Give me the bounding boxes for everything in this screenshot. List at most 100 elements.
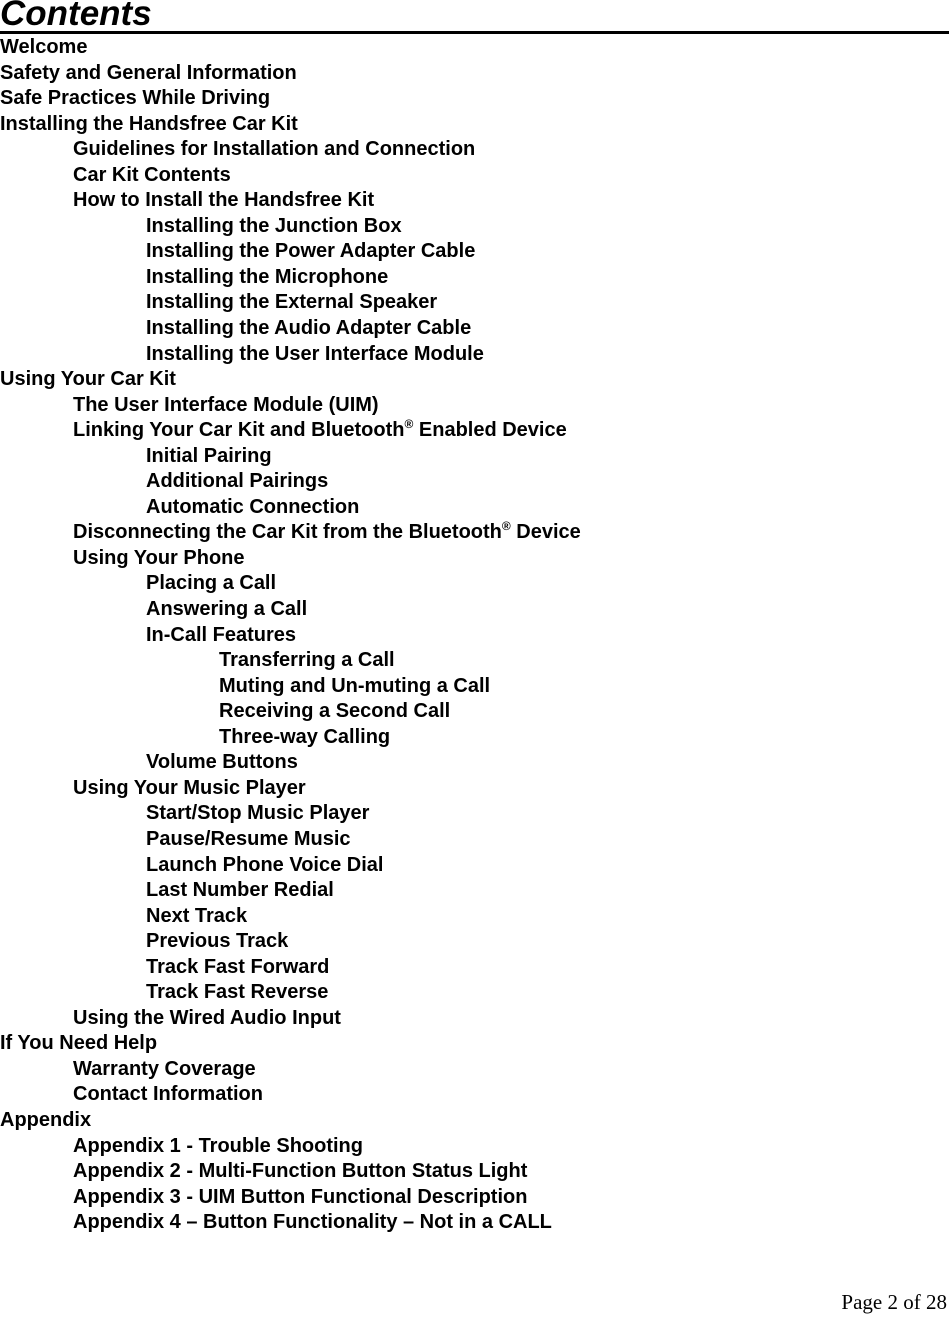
toc-entry[interactable]: Linking Your Car Kit and Bluetooth® Enab… (0, 418, 581, 444)
toc-entry[interactable]: Appendix (0, 1108, 581, 1134)
toc-entry-text: Track Fast Reverse (146, 981, 329, 1004)
toc-entry-text: Installing the Handsfree Car Kit (0, 112, 298, 135)
toc-entry[interactable]: Track Fast Forward (0, 955, 581, 981)
toc-entry[interactable]: Using Your Phone (0, 546, 581, 572)
toc-entry-text-suffix: Device (510, 521, 581, 544)
toc-entry-text: Appendix 1 - Trouble Shooting (73, 1134, 363, 1157)
toc-entry-text: Installing the Audio Adapter Cable (146, 317, 472, 340)
toc-entry[interactable]: Pause/Resume Music (0, 827, 581, 853)
toc-entry-text: Placing a Call (146, 572, 277, 595)
toc-entry[interactable]: Using the Wired Audio Input (0, 1006, 581, 1032)
toc-entry[interactable]: If You Need Help (0, 1031, 581, 1057)
toc-entry[interactable]: Three-way Calling (0, 725, 581, 751)
toc-entry-text: Installing the User Interface Module (146, 342, 484, 365)
toc-entry-text: Contact Information (73, 1083, 263, 1106)
toc-entry[interactable]: Warranty Coverage (0, 1057, 581, 1083)
toc-entry-text: If You Need Help (0, 1032, 158, 1055)
toc-entry[interactable]: Answering a Call (0, 597, 581, 623)
toc-entry-text: Appendix 3 - UIM Button Functional Descr… (73, 1185, 528, 1208)
toc-entry[interactable]: In-Call Features (0, 623, 581, 649)
toc-entry[interactable]: Appendix 2 - Multi-Function Button Statu… (0, 1159, 581, 1185)
toc-entry[interactable]: Previous Track (0, 929, 581, 955)
toc-entry-text: Using Your Car Kit (0, 368, 176, 391)
toc-entry-text: Appendix (0, 1108, 92, 1131)
toc-entry[interactable]: Using Your Music Player (0, 776, 581, 802)
toc-entry[interactable]: Safety and General Information (0, 61, 581, 87)
registered-trademark-mark: ® (404, 417, 414, 432)
toc-entry-text: Welcome (0, 36, 88, 58)
toc-entry-text: Installing the External Speaker (146, 291, 438, 314)
toc-entry[interactable]: Safe Practices While Driving (0, 86, 581, 112)
toc-entry[interactable]: Appendix 4 – Button Functionality – Not … (0, 1210, 581, 1236)
toc-entry-text: In-Call Features (146, 623, 297, 646)
toc-entry[interactable]: Installing the Junction Box (0, 214, 581, 240)
toc-entry[interactable]: Appendix 1 - Trouble Shooting (0, 1134, 581, 1160)
toc-entry-text: Automatic Connection (146, 495, 360, 518)
toc-entry[interactable]: Appendix 3 - UIM Button Functional Descr… (0, 1185, 581, 1211)
toc-entry-text: Volume Buttons (146, 751, 298, 774)
toc-entry[interactable]: Volume Buttons (0, 750, 581, 776)
toc-entry[interactable]: Installing the Power Adapter Cable (0, 239, 581, 265)
toc-entry-text: Last Number Redial (146, 879, 334, 902)
toc-entry[interactable]: Muting and Un-muting a Call (0, 674, 581, 700)
toc-entry-text: Launch Phone Voice Dial (146, 853, 384, 876)
toc-entry[interactable]: Launch Phone Voice Dial (0, 853, 581, 879)
toc-entry[interactable]: Car Kit Contents (0, 163, 581, 189)
toc-entry[interactable]: Receiving a Second Call (0, 699, 581, 725)
toc-entry-text: Initial Pairing (146, 444, 272, 467)
toc-entry[interactable]: Placing a Call (0, 571, 581, 597)
toc-entry-text: Previous Track (146, 930, 289, 953)
toc-entry-text: Three-way Calling (219, 725, 391, 748)
toc-entry-text: Safe Practices While Driving (0, 87, 271, 110)
toc-entry[interactable]: Next Track (0, 904, 581, 930)
toc-entry-text: Installing the Power Adapter Cable (146, 240, 476, 263)
toc-entry[interactable]: How to Install the Handsfree Kit (0, 188, 581, 214)
toc-entry[interactable]: Contact Information (0, 1082, 581, 1108)
toc-entry-text: Pause/Resume Music (146, 827, 351, 850)
toc-entry-text: Answering a Call (146, 598, 308, 621)
toc-entry-text: Transferring a Call (219, 649, 395, 672)
toc-entry[interactable]: The User Interface Module (UIM) (0, 393, 581, 419)
title-rule (0, 31, 949, 34)
toc-entry[interactable]: Automatic Connection (0, 495, 581, 521)
toc-entry[interactable]: Track Fast Reverse (0, 980, 581, 1006)
table-of-contents: Welcome Safety and General Information Saf… (0, 35, 581, 1236)
toc-entry-text: Disconnecting the Car Kit from the Bluet… (73, 521, 502, 544)
toc-entry-text: Linking Your Car Kit and Bluetooth (73, 419, 405, 442)
registered-trademark-mark: ® (501, 519, 511, 534)
toc-entry-text: Safety and General Information (0, 61, 297, 84)
toc-entry[interactable]: Last Number Redial (0, 878, 581, 904)
toc-entry[interactable]: Additional Pairings (0, 469, 581, 495)
toc-entry-text: Receiving a Second Call (219, 700, 451, 723)
toc-entry[interactable]: Installing the Audio Adapter Cable (0, 316, 581, 342)
toc-entry-text: Muting and Un-muting a Call (219, 674, 491, 697)
toc-entry-text: Warranty Coverage (73, 1057, 256, 1080)
toc-entry-text: Appendix 4 – Button Functionality – Not … (73, 1211, 552, 1234)
toc-entry[interactable]: Guidelines for Installation and Connecti… (0, 137, 581, 163)
toc-entry[interactable]: Start/Stop Music Player (0, 801, 581, 827)
toc-entry-text: How to Install the Handsfree Kit (73, 189, 375, 212)
toc-entry-text: Track Fast Forward (146, 955, 330, 978)
toc-entry[interactable]: Installing the Handsfree Car Kit (0, 112, 581, 138)
toc-entry-text: Car Kit Contents (73, 163, 231, 186)
toc-entry[interactable]: Transferring a Call (0, 648, 581, 674)
toc-entry[interactable]: Disconnecting the Car Kit from the Bluet… (0, 520, 581, 546)
toc-entry[interactable]: Installing the Microphone (0, 265, 581, 291)
toc-entry-text: Appendix 2 - Multi-Function Button Statu… (73, 1160, 528, 1183)
toc-entry-text-suffix: Enabled Device (413, 419, 567, 442)
toc-entry-text: Next Track (146, 904, 248, 927)
page-number: Page 2 of 28 (841, 1290, 947, 1314)
toc-entry[interactable]: Welcome (0, 35, 581, 61)
toc-entry[interactable]: Initial Pairing (0, 444, 581, 470)
toc-entry-text: Using the Wired Audio Input (73, 1006, 341, 1029)
toc-entry-text: Installing the Microphone (146, 265, 389, 288)
toc-entry[interactable]: Installing the External Speaker (0, 290, 581, 316)
toc-entry-text: Using Your Music Player (73, 776, 306, 799)
toc-entry-text: Start/Stop Music Player (146, 802, 370, 825)
toc-entry[interactable]: Installing the User Interface Module (0, 342, 581, 368)
toc-entry-text: Additional Pairings (146, 470, 329, 493)
toc-entry-text: Guidelines for Installation and Connecti… (73, 138, 476, 161)
toc-entry-text: Using Your Phone (73, 546, 245, 569)
toc-entry[interactable]: Using Your Car Kit (0, 367, 581, 393)
toc-entry-text: The User Interface Module (UIM) (73, 393, 379, 416)
